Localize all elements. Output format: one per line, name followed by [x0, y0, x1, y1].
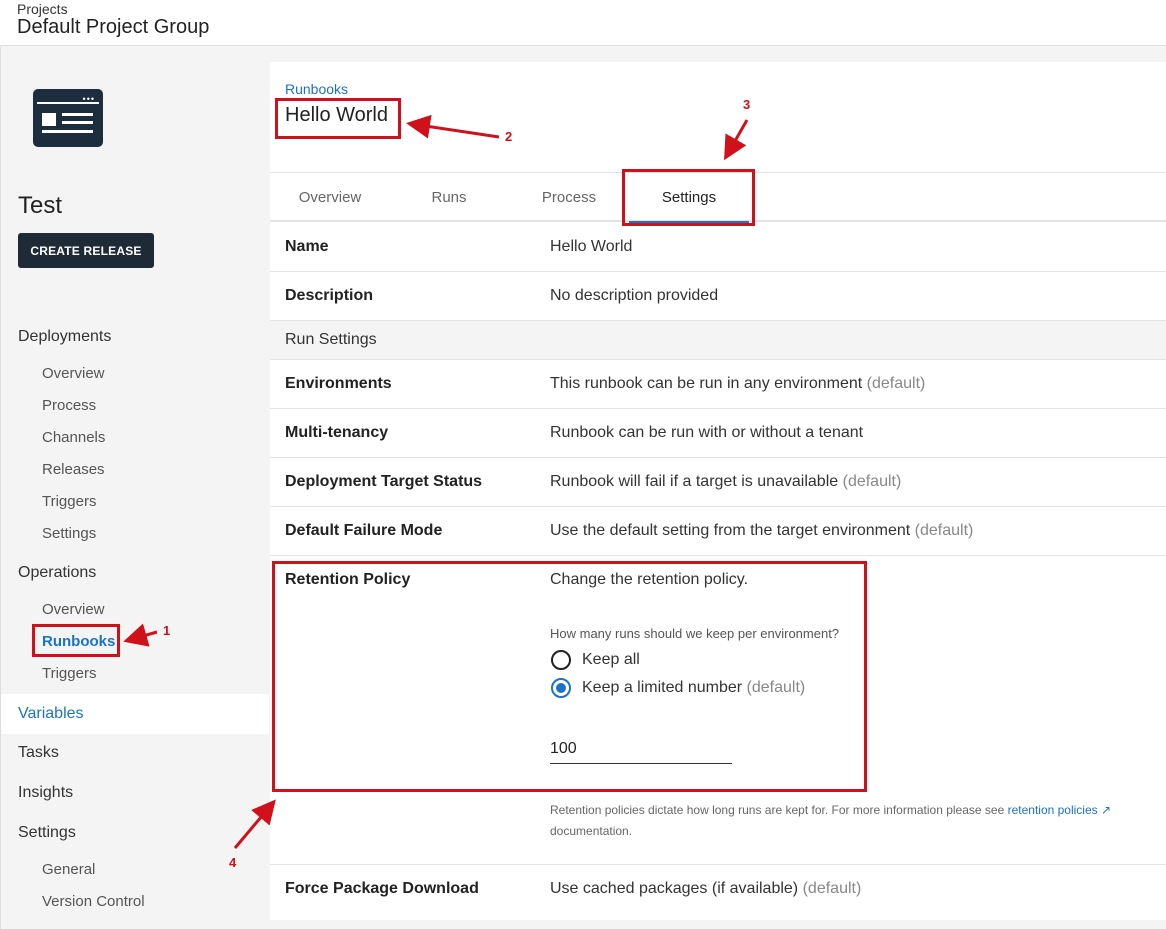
- field-value: Use cached packages (if available) (defa…: [550, 880, 862, 897]
- field-value: Hello World: [550, 238, 633, 255]
- section-heading-label: Run Settings: [285, 331, 377, 348]
- field-value: Runbook will fail if a target is unavail…: [550, 473, 902, 490]
- nav-insights[interactable]: Insights: [18, 784, 73, 802]
- create-release-button[interactable]: CREATE RELEASE: [18, 233, 154, 268]
- nav-section-operations[interactable]: Operations: [18, 564, 96, 582]
- external-link-icon: ↗: [1101, 803, 1112, 817]
- tab-overview[interactable]: Overview: [270, 173, 390, 221]
- retention-policies-link[interactable]: retention policies ↗: [1008, 803, 1111, 817]
- nav-settings-version-control[interactable]: Version Control: [42, 893, 145, 910]
- sidebar: ••• Test CREATE RELEASE Deployments Over…: [0, 47, 269, 929]
- run-settings-heading: Run Settings: [270, 321, 1166, 360]
- nav-tasks[interactable]: Tasks: [18, 744, 59, 762]
- field-label: Multi-tenancy: [285, 424, 389, 441]
- nav-deployments-process[interactable]: Process: [42, 397, 96, 414]
- field-value: Use the default setting from the target …: [550, 522, 974, 539]
- field-label: Force Package Download: [285, 880, 479, 897]
- tab-process[interactable]: Process: [509, 173, 629, 221]
- field-row-failure-mode[interactable]: Default Failure Mode Use the default set…: [270, 507, 1166, 556]
- nav-operations-overview[interactable]: Overview: [42, 601, 105, 618]
- annotation-number-3: 3: [743, 97, 751, 112]
- nav-deployments-releases[interactable]: Releases: [42, 461, 105, 478]
- field-value: Runbook can be run with or without a ten…: [550, 424, 864, 441]
- annotation-number-1: 1: [163, 623, 171, 638]
- field-row-multi-tenancy[interactable]: Multi-tenancy Runbook can be run with or…: [270, 409, 1166, 458]
- project-group-title: Default Project Group: [17, 16, 210, 38]
- field-value: This runbook can be run in any environme…: [550, 375, 926, 392]
- nav-variables[interactable]: Variables: [1, 694, 269, 734]
- nav-deployments-triggers[interactable]: Triggers: [42, 493, 96, 510]
- page-header: Projects Default Project Group: [0, 0, 1166, 46]
- nav-settings-general[interactable]: General: [42, 861, 95, 878]
- nav-deployments-channels[interactable]: Channels: [42, 429, 105, 446]
- breadcrumb-projects[interactable]: Projects: [17, 1, 68, 17]
- annotation-box-retention: [272, 561, 867, 792]
- nav-deployments-settings[interactable]: Settings: [42, 525, 96, 542]
- project-name: Test: [18, 192, 63, 219]
- field-label: Environments: [285, 375, 392, 392]
- nav-operations-triggers[interactable]: Triggers: [42, 665, 96, 682]
- nav-section-deployments[interactable]: Deployments: [18, 328, 111, 346]
- annotation-box-title: [275, 98, 401, 139]
- nav-section-settings[interactable]: Settings: [18, 824, 76, 842]
- field-row-description[interactable]: Description No description provided: [270, 272, 1166, 321]
- nav-variables-label: Variables: [18, 705, 84, 722]
- field-row-environments[interactable]: Environments This runbook can be run in …: [270, 360, 1166, 409]
- annotation-number-2: 2: [505, 129, 513, 144]
- field-row-force-package[interactable]: Force Package Download Use cached packag…: [270, 865, 1166, 915]
- field-label: Description: [285, 287, 374, 304]
- field-row-target-status[interactable]: Deployment Target Status Runbook will fa…: [270, 458, 1166, 507]
- field-label: Name: [285, 238, 329, 255]
- field-label: Default Failure Mode: [285, 522, 443, 539]
- annotation-box-settings-tab: [622, 169, 755, 226]
- tab-runs[interactable]: Runs: [389, 173, 509, 221]
- field-label: Deployment Target Status: [285, 473, 483, 490]
- retention-help-text: Retention policies dictate how long runs…: [550, 803, 1112, 838]
- annotation-number-4: 4: [229, 855, 237, 870]
- annotation-box-runbooks: [32, 624, 120, 657]
- field-value: No description provided: [550, 287, 719, 304]
- project-screen-icon: •••: [33, 89, 103, 147]
- nav-deployments-overview[interactable]: Overview: [42, 365, 105, 382]
- breadcrumb-runbooks-link[interactable]: Runbooks: [285, 81, 348, 97]
- field-row-name[interactable]: Name Hello World: [270, 223, 1166, 272]
